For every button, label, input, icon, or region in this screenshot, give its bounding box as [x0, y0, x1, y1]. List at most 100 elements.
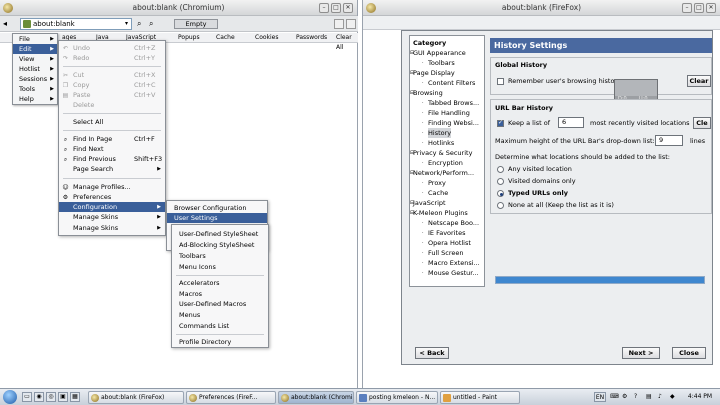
category-item[interactable]: History — [428, 128, 452, 138]
close-icon[interactable]: ✕ — [343, 3, 353, 13]
clear-history-button[interactable]: Clear — [687, 75, 711, 87]
tray-settings-icon[interactable]: ⚙ — [622, 392, 627, 402]
category-item[interactable]: JavaScript — [413, 198, 446, 208]
tray-keyboard-icon[interactable]: ⌨ — [610, 392, 619, 402]
category-item[interactable]: Macro Extensi... — [428, 258, 480, 268]
keep-list-checkbox[interactable] — [497, 119, 504, 127]
url-input[interactable]: about:blank ▾ — [20, 18, 132, 30]
category-item[interactable]: Privacy & Security — [413, 148, 472, 158]
category-item[interactable]: Encryption — [428, 158, 463, 168]
menu-tools[interactable]: Tools ▶ — [13, 84, 57, 94]
tree-expander-icon[interactable]: ⊟ — [410, 168, 414, 178]
language-indicator[interactable]: EN — [594, 392, 606, 402]
category-item[interactable]: Browsing — [413, 88, 443, 98]
menu-preferences[interactable]: ⚙ Preferences — [59, 192, 165, 202]
tray-help-icon[interactable]: ? — [634, 392, 637, 402]
bookmark-item[interactable]: Popups — [178, 33, 200, 43]
menu-page-search[interactable]: Page Search ▶ — [59, 164, 165, 174]
menu-find-in-page[interactable]: ⌕ Find In Page Ctrl+F — [59, 134, 165, 144]
category-item[interactable]: Finding Websi... — [428, 118, 479, 128]
radio-typed-urls[interactable] — [497, 190, 504, 197]
quicklaunch-browser-icon[interactable]: ◎ — [46, 392, 56, 402]
max-height-input[interactable]: 9 — [655, 135, 683, 146]
bookmark-item[interactable]: Cookies — [255, 33, 279, 43]
menu-adblock-stylesheet[interactable]: Ad-Blocking StyleSheet — [172, 240, 268, 250]
menu-accelerators[interactable]: Accelerators — [172, 278, 268, 288]
bookmark-item[interactable]: Cache — [216, 33, 235, 43]
menu-sessions[interactable]: Sessions ▶ — [13, 74, 57, 84]
category-item[interactable]: Page Display — [413, 68, 455, 78]
menu-edit[interactable]: Edit ▶ — [13, 44, 57, 54]
category-item[interactable]: Full Screen — [428, 248, 464, 258]
menu-browser-configuration[interactable]: Browser Configuration — [167, 203, 267, 213]
category-item[interactable]: Opera Hotlist — [428, 238, 471, 248]
tree-expander-icon[interactable]: ⊟ — [410, 88, 414, 98]
radio-visited-domains[interactable] — [497, 178, 504, 185]
close-icon[interactable]: ✕ — [706, 3, 716, 13]
empty-button[interactable]: Empty — [174, 19, 218, 29]
maximize-icon[interactable]: □ — [694, 3, 704, 13]
menu-user-stylesheet[interactable]: User-Defined StyleSheet — [172, 229, 268, 239]
keep-count-input[interactable]: 6 — [558, 117, 584, 128]
menu-menu-icons[interactable]: Menu Icons — [172, 262, 268, 272]
menu-find-next[interactable]: ⌕ Find Next — [59, 144, 165, 154]
menu-manage-skins-2[interactable]: Manage Skins ▶ — [59, 223, 165, 233]
category-item[interactable]: Hotlinks — [428, 138, 454, 148]
menu-manage-skins[interactable]: Manage Skins ▶ — [59, 212, 165, 222]
menu-cut[interactable]: ✂ Cut Ctrl+X — [59, 70, 165, 80]
menu-redo[interactable]: ↷ Redo Ctrl+Y — [59, 53, 165, 63]
tray-volume-icon[interactable]: ♪ — [658, 392, 662, 402]
left-titlebar[interactable]: about:blank (Chromium) – □ ✕ — [0, 0, 357, 16]
right-titlebar[interactable]: about:blank (FireFox) – □ ✕ — [363, 0, 720, 16]
menu-macros[interactable]: Macros — [172, 289, 268, 299]
search-icon[interactable]: ⌕ — [137, 19, 141, 29]
category-item[interactable]: Tabbed Brows... — [428, 98, 479, 108]
menu-user-macros[interactable]: User-Defined Macros — [172, 299, 268, 309]
menu-profile-directory[interactable]: Profile Directory — [172, 337, 268, 347]
tree-expander-icon[interactable]: ⊟ — [410, 68, 414, 78]
category-item[interactable]: Toolbars — [428, 58, 455, 68]
quicklaunch-firefox-icon[interactable]: ◉ — [34, 392, 44, 402]
minimize-icon[interactable]: – — [319, 3, 329, 13]
category-item[interactable]: File Handling — [428, 108, 470, 118]
category-item[interactable]: Content Filters — [428, 78, 475, 88]
menu-undo[interactable]: ↶ Undo Ctrl+Z — [59, 43, 165, 53]
tray-network-icon[interactable]: ▤ — [646, 392, 652, 402]
menu-paste[interactable]: ▤ Paste Ctrl+V — [59, 90, 165, 100]
tree-expander-icon[interactable]: ⊟ — [410, 48, 414, 58]
menu-user-settings[interactable]: User Settings — [167, 213, 267, 223]
menu-menus[interactable]: Menus — [172, 310, 268, 320]
tree-expander-icon[interactable]: ⊟ — [410, 208, 414, 218]
bookmark-item[interactable]: Clear All — [336, 33, 358, 53]
menu-file[interactable]: File ▶ — [13, 34, 57, 44]
tree-expander-icon[interactable]: ⊟ — [410, 148, 414, 158]
quicklaunch-app-icon[interactable]: ▦ — [70, 392, 80, 402]
toolbar-tool-icon-2[interactable] — [346, 19, 356, 29]
menu-copy[interactable]: ❐ Copy Ctrl+C — [59, 80, 165, 90]
back-icon[interactable]: ◂ — [3, 19, 7, 28]
quicklaunch-desktop-icon[interactable]: ▭ — [22, 392, 32, 402]
taskbar-item[interactable]: Preferences (FireF... — [186, 391, 276, 404]
taskbar-item[interactable]: untitled - Paint — [440, 391, 520, 404]
taskbar-item[interactable]: posting kmeleon - N... — [356, 391, 438, 404]
menu-hotlist[interactable]: Hotlist ▶ — [13, 64, 57, 74]
category-item[interactable]: Mouse Gestur... — [428, 268, 479, 278]
menu-configuration[interactable]: Configuration ▶ — [59, 202, 165, 212]
bookmark-item[interactable]: Passwords — [296, 33, 327, 43]
tray-app-icon[interactable]: ◆ — [670, 392, 675, 402]
category-item[interactable]: Netscape Boo... — [428, 218, 479, 228]
category-item[interactable]: Network/Perform... — [413, 168, 474, 178]
tree-expander-icon[interactable]: ⊟ — [410, 198, 414, 208]
radio-any-visited[interactable] — [497, 166, 504, 173]
menu-toolbars[interactable]: Toolbars — [172, 251, 268, 261]
quicklaunch-folder-icon[interactable]: ▣ — [58, 392, 68, 402]
menu-delete[interactable]: Delete — [59, 100, 165, 110]
zoom-icon[interactable]: ⌕ — [149, 19, 153, 29]
menu-commands-list[interactable]: Commands List — [172, 321, 268, 331]
close-button[interactable]: Close — [672, 347, 706, 359]
minimize-icon[interactable]: – — [682, 3, 692, 13]
menu-find-previous[interactable]: ⌕ Find Previous Shift+F3 — [59, 154, 165, 164]
menu-select-all[interactable]: Select All — [59, 117, 165, 127]
category-item[interactable]: K-Meleon Plugins — [413, 208, 468, 218]
clock[interactable]: 4:44 PM — [686, 392, 714, 402]
